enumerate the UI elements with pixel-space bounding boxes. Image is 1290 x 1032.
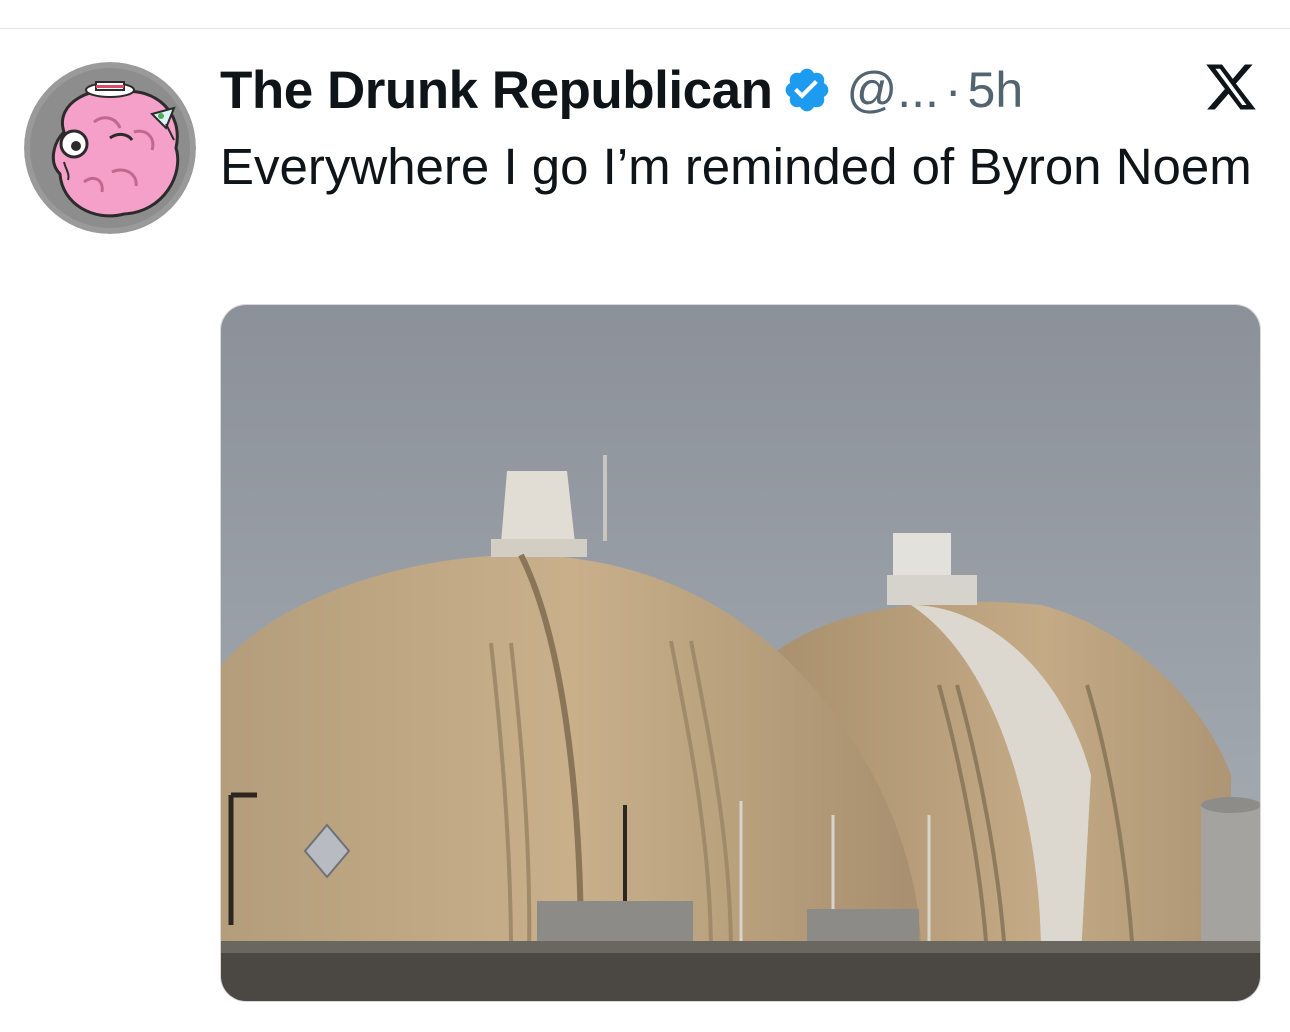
tweet-header: The Drunk Republican @... · 5h: [220, 58, 1023, 122]
x-logo-icon[interactable]: [1204, 62, 1258, 112]
display-name[interactable]: The Drunk Republican: [220, 60, 773, 121]
user-handle[interactable]: @...: [846, 61, 938, 119]
verified-badge-icon: [782, 65, 832, 115]
power-plant-domes-photo: [221, 305, 1260, 1001]
separator-dot: ·: [944, 62, 962, 118]
tweet-media-image[interactable]: [220, 304, 1261, 1002]
timestamp[interactable]: 5h: [968, 61, 1024, 119]
avatar[interactable]: [24, 62, 196, 234]
tweet-card: The Drunk Republican @... · 5h Everywher…: [0, 0, 1290, 1032]
divider: [0, 28, 1290, 29]
avatar-illustration: [24, 62, 196, 234]
tweet-text: Everywhere I go I’m reminded of Byron No…: [220, 138, 1252, 195]
